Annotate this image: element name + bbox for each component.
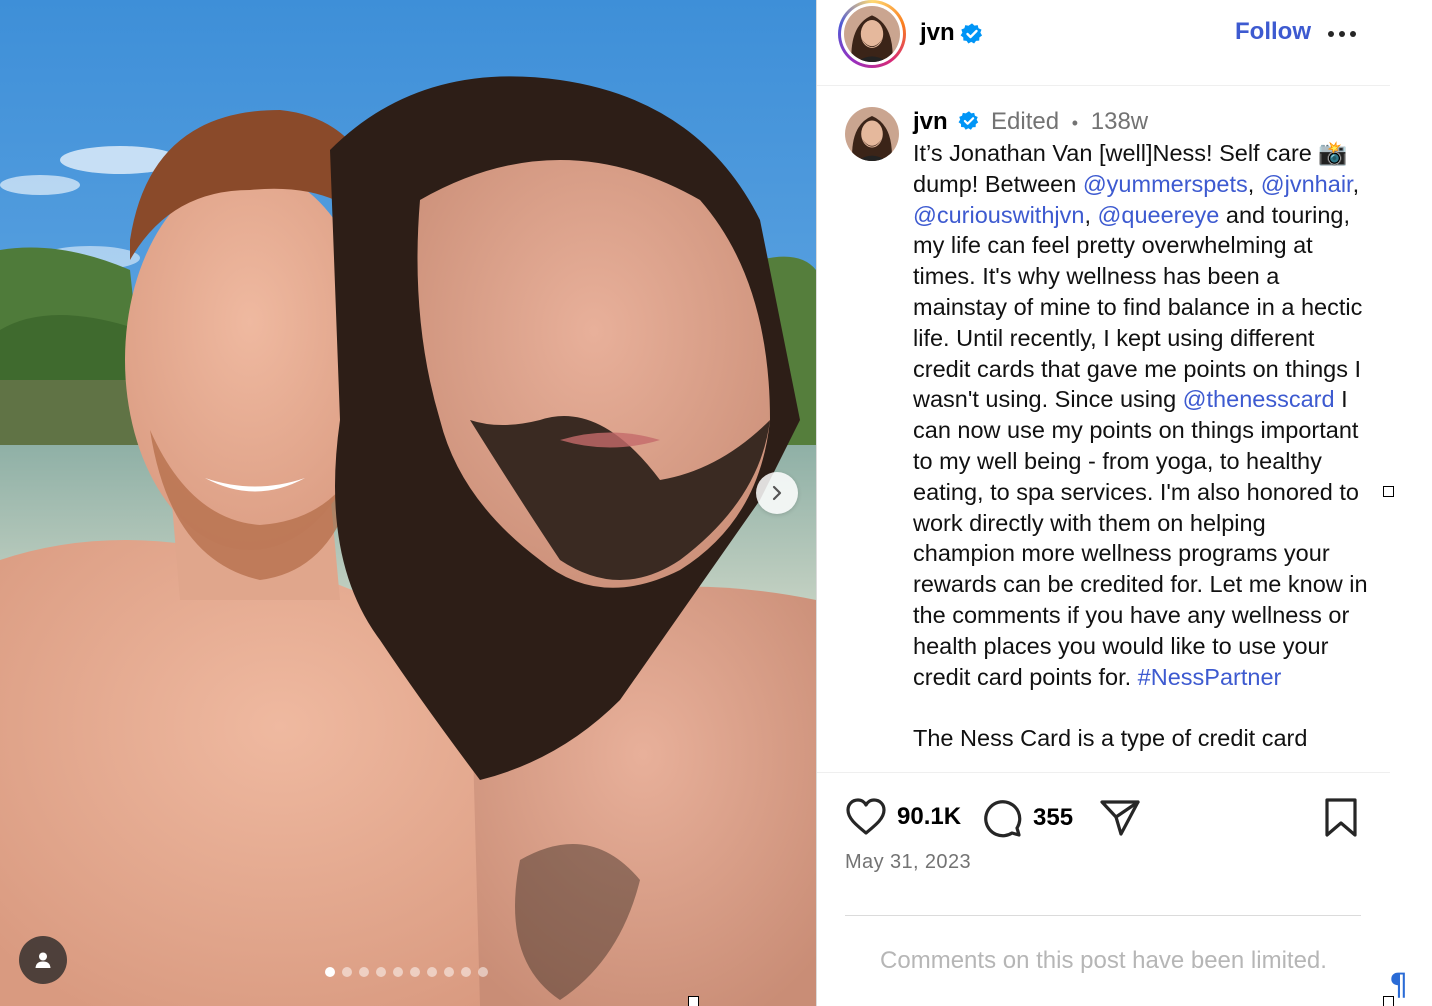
mention-link[interactable]: @queereye: [1098, 202, 1220, 228]
send-icon: [1100, 800, 1140, 836]
more-horizontal-icon[interactable]: [1327, 22, 1357, 46]
carousel-dot: [444, 967, 454, 977]
follow-button[interactable]: Follow: [1235, 18, 1311, 46]
comment-count[interactable]: 355: [1033, 804, 1073, 832]
separator-dot: •: [1071, 113, 1079, 133]
caption-paragraph: It’s Jonathan Van [well]Ness! Self care …: [913, 138, 1373, 692]
tagged-users-button[interactable]: [19, 936, 67, 984]
selfie-image: [0, 0, 816, 1006]
carousel-dot: [359, 967, 369, 977]
post-header: jvn Follow: [817, 0, 1390, 86]
caption-segment: ,: [1084, 201, 1098, 228]
carousel-dot: [342, 967, 352, 977]
caption-segment: and touring, my life can feel pretty ove…: [913, 201, 1363, 413]
section-divider: [845, 915, 1361, 916]
chevron-right-icon: [772, 485, 782, 501]
post-photo[interactable]: [0, 0, 816, 1006]
header-username[interactable]: jvn: [920, 19, 955, 47]
mention-link[interactable]: @curiouswithjvn: [913, 202, 1084, 228]
avatar: [844, 6, 900, 62]
carousel-indicator: [325, 967, 488, 977]
edited-label: Edited: [991, 108, 1060, 135]
like-count[interactable]: 90.1K: [897, 803, 961, 831]
bookmark-icon: [1325, 798, 1357, 837]
caption-paragraph: The Ness Card is a type of credit card: [913, 725, 1308, 752]
carousel-dot: [427, 967, 437, 977]
mention-link[interactable]: @jvnhair: [1261, 171, 1353, 197]
carousel-next-button[interactable]: [756, 472, 798, 514]
carousel-dot: [325, 967, 335, 977]
comments-limited-notice: Comments on this post have been limited.: [880, 947, 1327, 974]
carousel-dot: [478, 967, 488, 977]
post-age[interactable]: 138w: [1091, 108, 1148, 135]
verified-badge-icon: [958, 110, 979, 130]
caption-segment: I can now use my points on things import…: [913, 386, 1368, 690]
heart-icon: [846, 798, 886, 835]
comment-button[interactable]: 355: [981, 797, 1073, 839]
post-date[interactable]: May 31, 2023: [845, 851, 971, 874]
like-button[interactable]: 90.1K: [845, 797, 961, 837]
caption-segment: ,: [1352, 170, 1360, 197]
resize-handle[interactable]: [688, 996, 699, 1006]
story-ring[interactable]: [838, 0, 906, 68]
caption-header: jvn Edited • 138w: [913, 108, 1148, 136]
caption-avatar[interactable]: [845, 107, 899, 161]
mention-link[interactable]: @thenesscard: [1183, 386, 1335, 412]
caption-text: It’s Jonathan Van [well]Ness! Self care …: [913, 138, 1373, 754]
mention-link[interactable]: @yummerspets: [1083, 171, 1248, 197]
user-icon: [35, 952, 51, 968]
caption-username[interactable]: jvn: [913, 108, 948, 135]
resize-handle[interactable]: [1383, 486, 1394, 497]
caption-segment: ,: [1247, 170, 1261, 197]
section-divider: [817, 772, 1390, 773]
comment-icon: [984, 800, 1022, 838]
verified-badge-icon: [960, 23, 983, 44]
carousel-dot: [393, 967, 403, 977]
paragraph-mark: ¶: [1389, 968, 1409, 1003]
share-button[interactable]: [1099, 797, 1141, 839]
save-button[interactable]: [1323, 797, 1359, 839]
action-bar: 90.1K 355: [845, 797, 1365, 839]
caption-scroll-area[interactable]: jvn Edited • 138w It’s Jonathan Van [wel…: [817, 87, 1390, 772]
carousel-dot: [376, 967, 386, 977]
hashtag-link[interactable]: #NessPartner: [1138, 664, 1282, 690]
carousel-dot: [410, 967, 420, 977]
carousel-dot: [461, 967, 471, 977]
